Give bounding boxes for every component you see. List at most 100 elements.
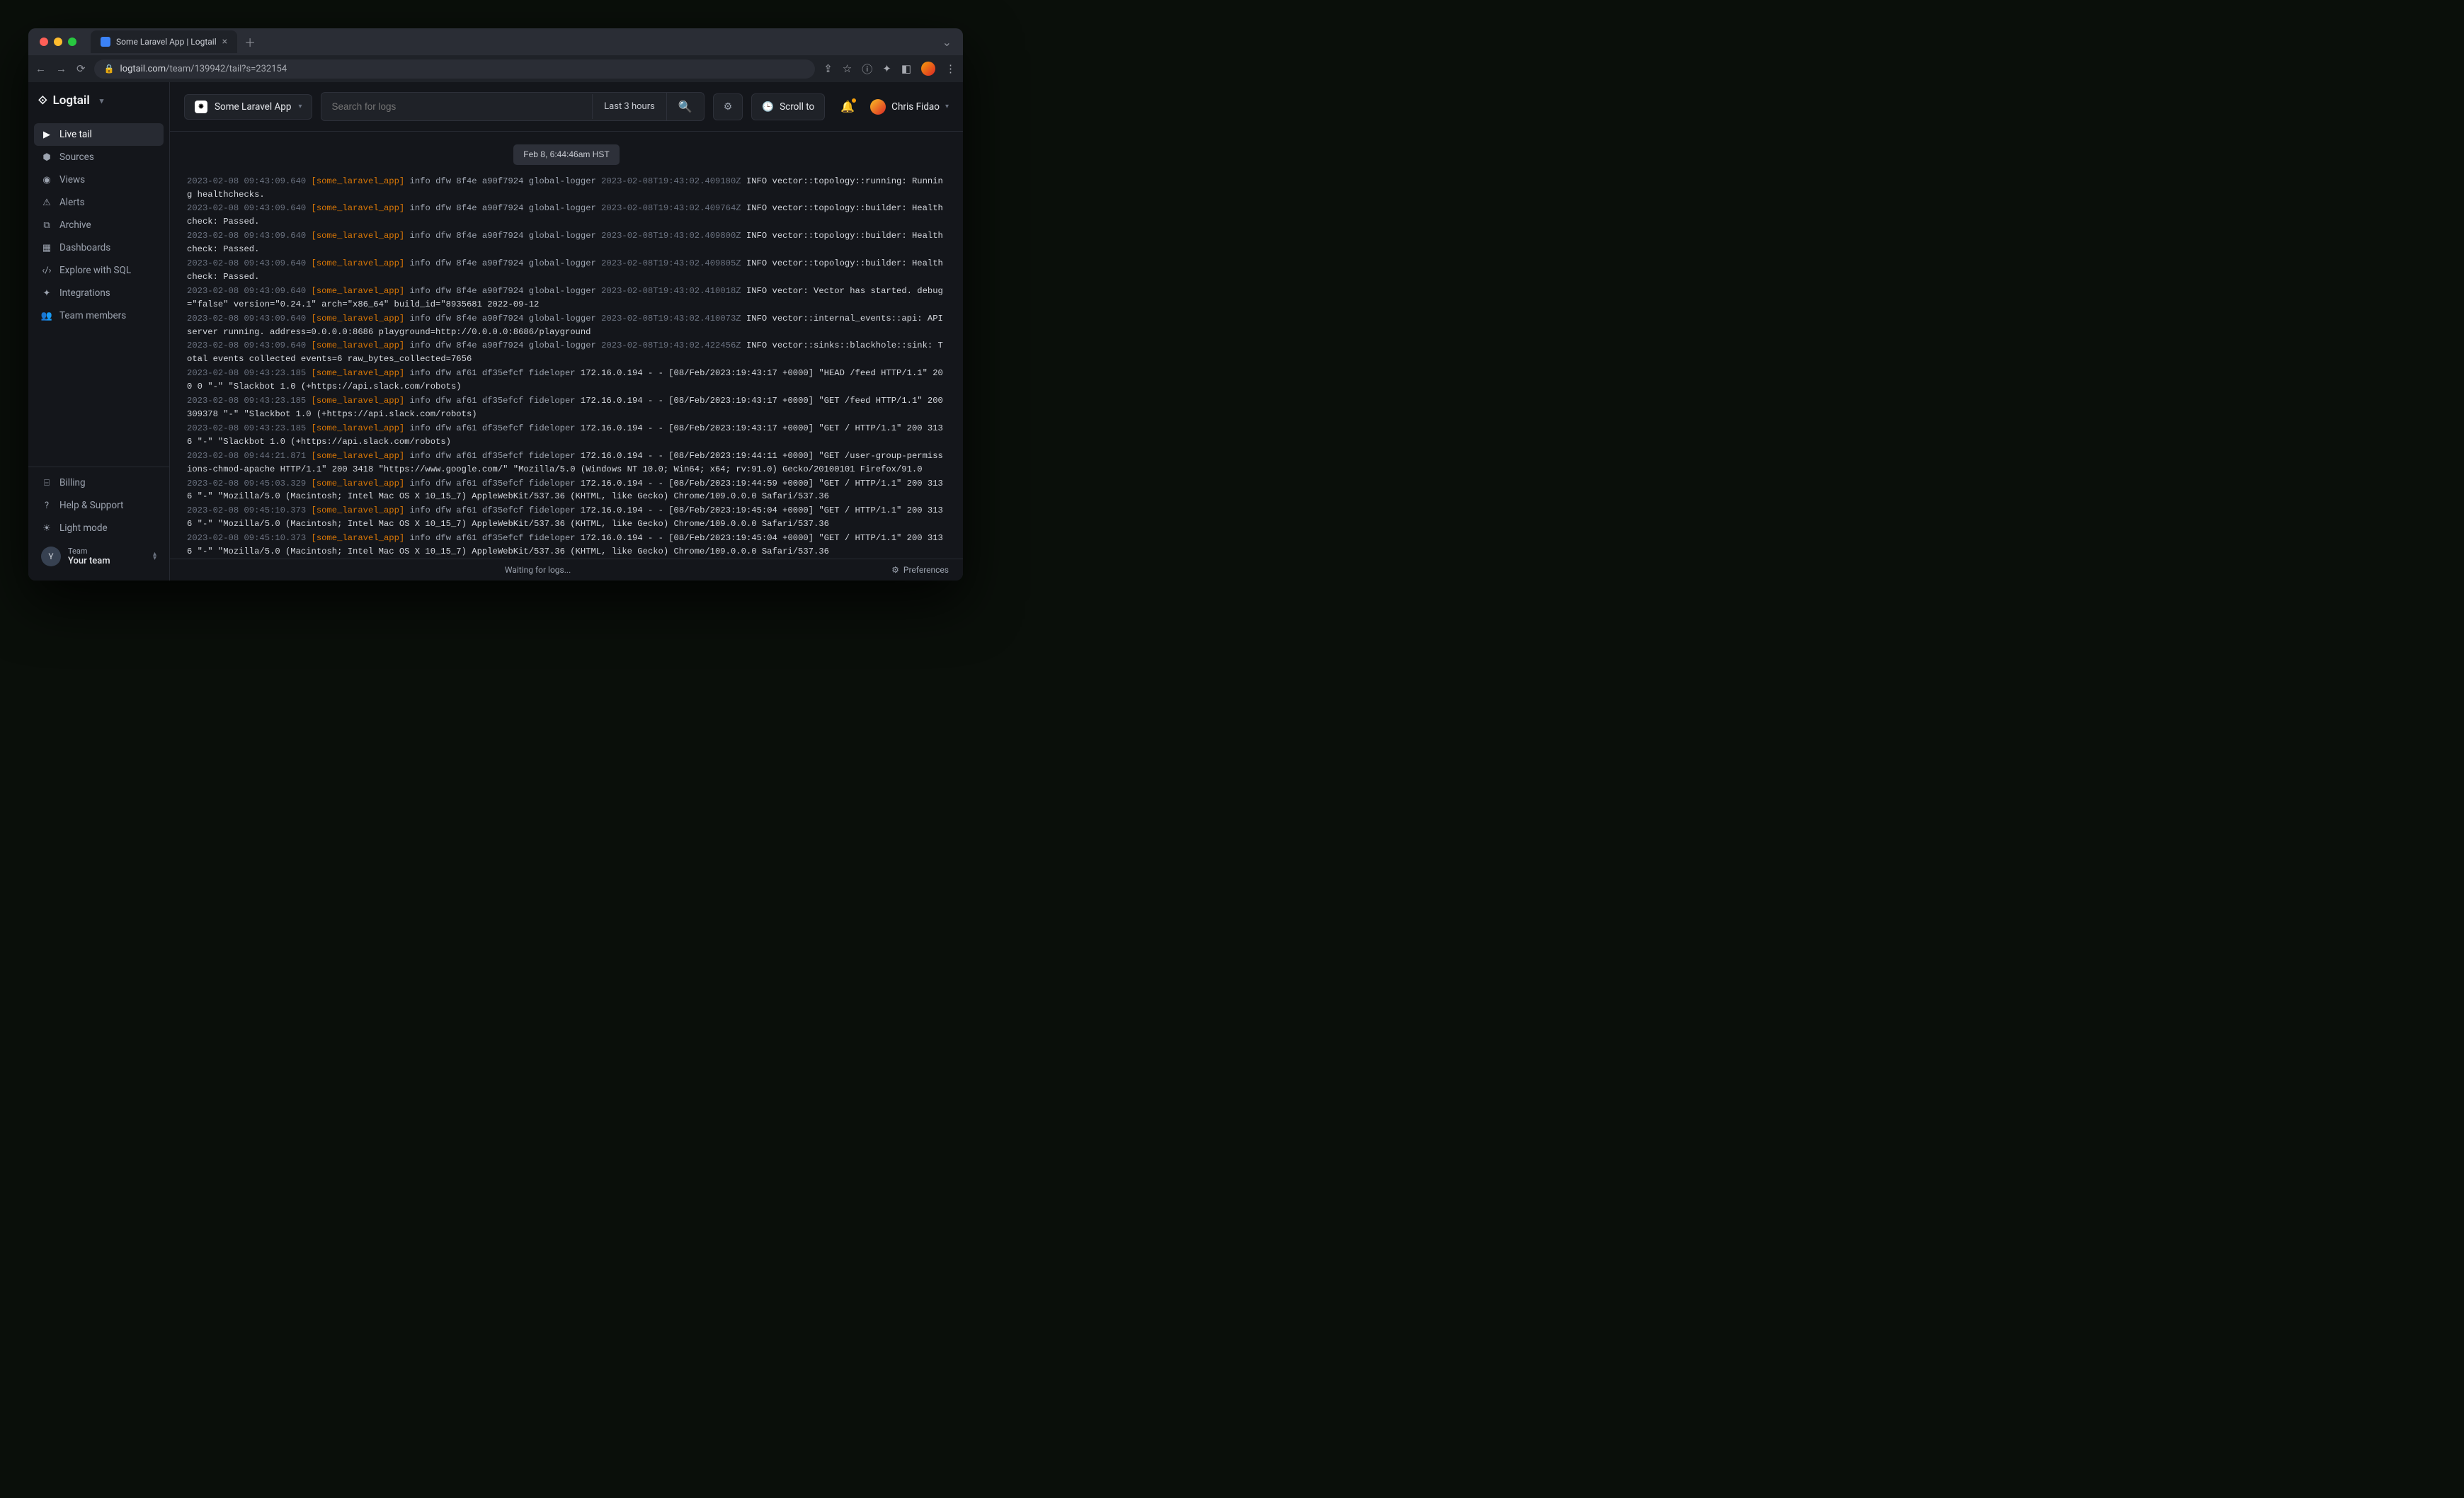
log-timestamp: 2023-02-08 09:43:09.640 <box>187 314 306 324</box>
log-meta: info dfw 8f4e a90f7924 global-logger <box>410 176 596 186</box>
back-button[interactable]: ← <box>35 62 46 75</box>
sidebar-item-integrations[interactable]: ✦ Integrations <box>34 282 164 304</box>
nav-icon: 👥 <box>41 311 52 321</box>
source-icon: ✸ <box>195 101 207 113</box>
notifications-button[interactable]: 🔔 <box>840 100 855 113</box>
statusbar: Waiting for logs... ⚙ Preferences <box>170 559 963 581</box>
nav-label: Alerts <box>59 197 85 208</box>
sidebar-item-dashboards[interactable]: ▦Dashboards <box>34 236 164 259</box>
panel-icon[interactable]: ◧ <box>901 62 911 75</box>
preferences-button[interactable]: ⚙ Preferences <box>891 565 949 575</box>
info-icon[interactable]: ⓘ <box>862 62 872 76</box>
chevron-down-icon: ▾ <box>100 96 104 105</box>
team-switcher[interactable]: Y Team Your team ▴▾ <box>34 539 164 573</box>
scroll-to-button[interactable]: 🕒 Scroll to <box>751 93 825 120</box>
log-timestamp: 2023-02-08 09:43:09.640 <box>187 286 306 296</box>
log-source: [some_laravel_app] <box>312 368 405 378</box>
nav-label: Live tail <box>59 129 92 140</box>
log-line[interactable]: 2023-02-08 09:43:23.185 [some_laravel_ap… <box>187 367 946 394</box>
log-source: [some_laravel_app] <box>312 396 405 406</box>
clock-icon: 🕒 <box>762 101 774 113</box>
nav-label: Sources <box>59 151 94 163</box>
extensions-icon[interactable]: ✦ <box>882 62 891 75</box>
sidebar-item-sources[interactable]: ⬢ Sources <box>34 146 164 168</box>
nav-icon: ‹/› <box>41 265 52 276</box>
sidebar-item-team-members[interactable]: 👥Team members <box>34 304 164 327</box>
close-tab-icon[interactable]: × <box>222 36 227 47</box>
log-iso: 2023-02-08T19:43:02.409764Z <box>601 203 741 213</box>
log-meta: info dfw 8f4e a90f7924 global-logger <box>410 203 596 213</box>
log-source: [some_laravel_app] <box>312 258 405 268</box>
log-line[interactable]: 2023-02-08 09:45:10.373 [some_laravel_ap… <box>187 504 946 531</box>
reload-button[interactable]: ⟳ <box>76 62 86 75</box>
browser-tab[interactable]: Some Laravel App | Logtail × <box>91 30 237 53</box>
user-menu[interactable]: Chris Fidao ▾ <box>870 99 949 115</box>
log-timestamp: 2023-02-08 09:44:21.871 <box>187 451 306 461</box>
topbar: ✸ Some Laravel App ▾ Last 3 hours 🔍 ⚙ 🕒 <box>170 82 963 132</box>
sidebar-item-light-mode[interactable]: ☀Light mode <box>34 517 164 539</box>
preferences-label: Preferences <box>903 565 949 575</box>
log-source: [some_laravel_app] <box>312 314 405 324</box>
sidebar-item-alerts[interactable]: ⚠Alerts <box>34 191 164 214</box>
window-minimize-icon[interactable] <box>54 38 62 46</box>
kebab-menu-icon[interactable]: ⋮ <box>945 62 956 75</box>
log-line[interactable]: 2023-02-08 09:43:09.640 [some_laravel_ap… <box>187 339 946 366</box>
profile-avatar-icon[interactable] <box>921 62 935 76</box>
source-selector[interactable]: ✸ Some Laravel App ▾ <box>184 94 312 120</box>
time-range-selector[interactable]: Last 3 hours <box>592 94 666 119</box>
bookmark-icon[interactable]: ☆ <box>843 62 852 75</box>
log-iso: 2023-02-08T19:43:02.409805Z <box>601 258 741 268</box>
log-iso: 2023-02-08T19:43:02.409800Z <box>601 231 741 241</box>
log-timestamp: 2023-02-08 09:45:10.373 <box>187 505 306 515</box>
log-line[interactable]: 2023-02-08 09:43:23.185 [some_laravel_ap… <box>187 394 946 421</box>
nav-label: Integrations <box>59 287 110 299</box>
log-line[interactable]: 2023-02-08 09:45:10.373 [some_laravel_ap… <box>187 532 946 559</box>
sidebar-item-live-tail[interactable]: ▶Live tail <box>34 123 164 146</box>
sidebar-item-views[interactable]: ◉Views <box>34 168 164 191</box>
log-meta: info dfw af61 df35efcf fideloper <box>410 368 576 378</box>
new-tab-button[interactable]: ＋ <box>244 33 256 50</box>
url-path: /team/139942/tail?s=232154 <box>166 64 287 74</box>
log-line[interactable]: 2023-02-08 09:45:03.329 [some_laravel_ap… <box>187 477 946 504</box>
chevron-down-icon[interactable]: ⌄ <box>942 35 952 49</box>
sidebar-item-billing[interactable]: ⌸Billing <box>34 471 164 494</box>
window-maximize-icon[interactable] <box>68 38 76 46</box>
team-name: Your team <box>68 556 110 566</box>
search-input[interactable] <box>321 94 592 119</box>
log-line[interactable]: 2023-02-08 09:43:09.640 [some_laravel_ap… <box>187 229 946 256</box>
log-line[interactable]: 2023-02-08 09:43:09.640 [some_laravel_ap… <box>187 285 946 311</box>
nav-icon: ⬢ <box>41 152 52 163</box>
log-source: [some_laravel_app] <box>312 451 405 461</box>
browser-tabstrip: Some Laravel App | Logtail × ＋ ⌄ <box>28 28 963 55</box>
nav-icon: ▦ <box>41 243 52 253</box>
log-line[interactable]: 2023-02-08 09:43:09.640 [some_laravel_ap… <box>187 257 946 284</box>
log-line[interactable]: 2023-02-08 09:44:21.871 [some_laravel_ap… <box>187 450 946 476</box>
log-source: [some_laravel_app] <box>312 176 405 186</box>
log-iso: 2023-02-08T19:43:02.422456Z <box>601 341 741 350</box>
log-line[interactable]: 2023-02-08 09:43:09.640 [some_laravel_ap… <box>187 202 946 229</box>
log-timestamp: 2023-02-08 09:43:09.640 <box>187 231 306 241</box>
sidebar-item-archive[interactable]: ⧉Archive <box>34 214 164 236</box>
nav-icon: ✦ <box>41 288 52 299</box>
query-builder-button[interactable]: ⚙ <box>713 93 743 120</box>
search-button[interactable]: 🔍 <box>666 93 704 120</box>
sidebar-item-explore-with-sql[interactable]: ‹/›Explore with SQL <box>34 259 164 282</box>
log-line[interactable]: 2023-02-08 09:43:09.640 [some_laravel_ap… <box>187 312 946 339</box>
log-iso: 2023-02-08T19:43:02.409180Z <box>601 176 741 186</box>
tab-title: Some Laravel App | Logtail <box>116 37 217 47</box>
sidebar-item-help-&-support[interactable]: ?Help & Support <box>34 494 164 517</box>
url-input[interactable]: 🔒 logtail.com/team/139942/tail?s=232154 <box>94 59 816 79</box>
log-source: [some_laravel_app] <box>312 479 405 488</box>
brand[interactable]: ⟐ Logtail ▾ <box>28 82 169 119</box>
window-close-icon[interactable] <box>40 38 48 46</box>
forward-button[interactable]: → <box>56 62 67 75</box>
share-icon[interactable]: ⇪ <box>823 62 833 75</box>
log-line[interactable]: 2023-02-08 09:43:23.185 [some_laravel_ap… <box>187 422 946 449</box>
log-iso: 2023-02-08T19:43:02.410073Z <box>601 314 741 324</box>
log-viewer[interactable]: Feb 8, 6:44:46am HST 2023-02-08 09:43:09… <box>170 132 963 559</box>
timestamp-chip: Feb 8, 6:44:46am HST <box>513 144 619 165</box>
log-source: [some_laravel_app] <box>312 533 405 543</box>
log-line[interactable]: 2023-02-08 09:43:09.640 [some_laravel_ap… <box>187 175 946 202</box>
nav-label: Billing <box>59 477 86 488</box>
log-timestamp: 2023-02-08 09:43:23.185 <box>187 368 306 378</box>
